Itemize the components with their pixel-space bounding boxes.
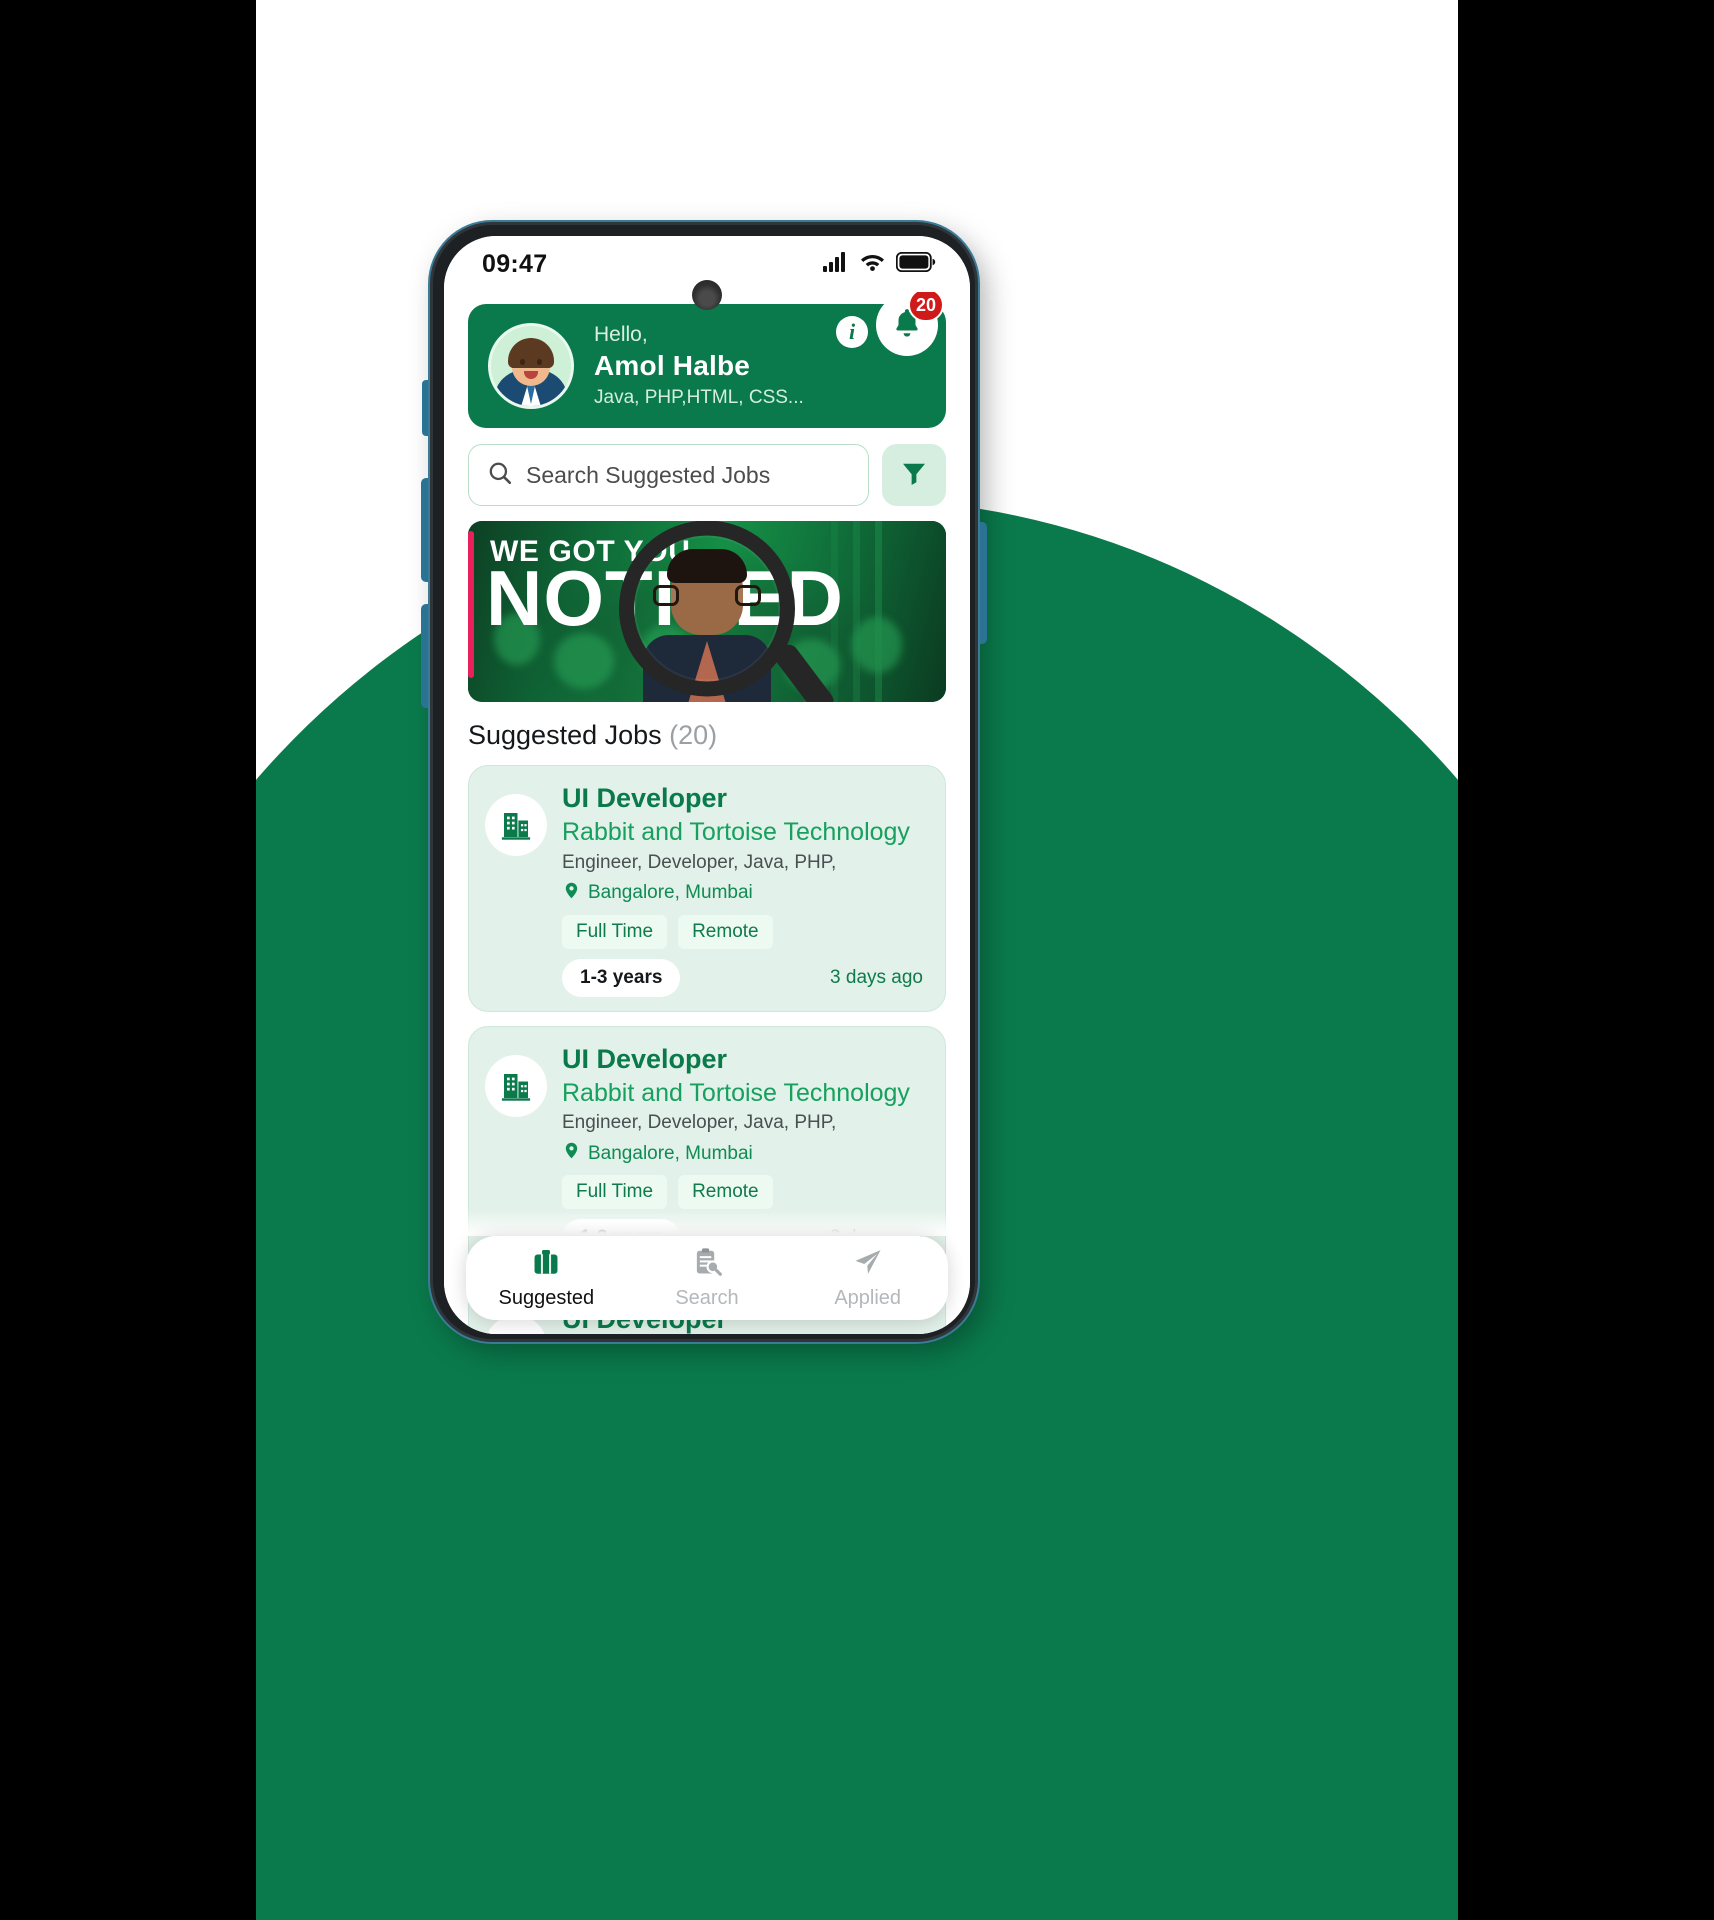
user-name: Amol Halbe bbox=[594, 350, 751, 382]
search-placeholder: Search Suggested Jobs bbox=[526, 461, 771, 488]
notification-button[interactable]: 20 bbox=[876, 292, 944, 356]
greeting-block: Hello, Amol Halbe Java, PHP,HTML, CSS... bbox=[594, 322, 926, 410]
posted-time: 3 days ago bbox=[830, 966, 923, 988]
screenshot-stage: 09:47 Hello, Amol Halbe Java, PHP,HTML, … bbox=[0, 0, 1714, 1920]
status-time: 09:47 bbox=[482, 249, 548, 278]
avatar-eye-left bbox=[520, 359, 525, 365]
briefcase-icon bbox=[530, 1246, 562, 1283]
scroll-area[interactable]: Hello, Amol Halbe Java, PHP,HTML, CSS...… bbox=[444, 292, 970, 1334]
profile-header-card[interactable]: Hello, Amol Halbe Java, PHP,HTML, CSS...… bbox=[468, 292, 946, 428]
app-content: Hello, Amol Halbe Java, PHP,HTML, CSS...… bbox=[444, 292, 970, 1334]
job-location: Bangalore, Mumbai bbox=[562, 1141, 927, 1166]
phone-mockup: 09:47 Hello, Amol Halbe Java, PHP,HTML, … bbox=[421, 222, 987, 1352]
building-icon bbox=[485, 1054, 547, 1117]
job-tags: Full Time Remote bbox=[562, 1175, 927, 1210]
job-company: Rabbit and Tortoise Technology bbox=[562, 1078, 910, 1107]
magnifying-glass-icon bbox=[619, 521, 795, 696]
sidebar-item-label: Applied bbox=[834, 1287, 902, 1309]
search-icon bbox=[487, 460, 513, 491]
map-pin-icon bbox=[562, 881, 581, 906]
promo-banner[interactable]: WE GOT YOU NOTICED bbox=[468, 521, 946, 702]
sidebar-item-suggested[interactable]: Suggested bbox=[466, 1246, 627, 1310]
section-title: Suggested Jobs (20) bbox=[468, 720, 946, 751]
status-icons bbox=[823, 251, 936, 277]
job-title: UI Developer bbox=[562, 1043, 728, 1074]
map-pin-icon bbox=[562, 1141, 581, 1166]
job-skills: Engineer, Developer, Java, PHP, bbox=[562, 1112, 837, 1134]
section-title-text: Suggested Jobs bbox=[468, 720, 662, 750]
experience-badge: 1-3 years bbox=[562, 958, 681, 997]
paper-plane-icon bbox=[852, 1246, 884, 1283]
search-row: Search Suggested Jobs bbox=[468, 444, 946, 506]
sidebar-item-label: Suggested bbox=[498, 1287, 595, 1309]
user-skills: Java, PHP,HTML, CSS... bbox=[594, 386, 804, 408]
camera-punch-hole bbox=[692, 280, 722, 310]
filter-funnel-icon bbox=[899, 458, 929, 493]
job-company: Rabbit and Tortoise Technology bbox=[562, 818, 910, 847]
status-badge: Full Time bbox=[562, 914, 668, 949]
building-icon bbox=[485, 794, 547, 856]
letterbox-left bbox=[0, 0, 256, 1920]
filter-button[interactable] bbox=[882, 444, 946, 506]
job-tags: Full Time Remote bbox=[562, 914, 927, 949]
table-row[interactable]: UI Developer Rabbit and Tortoise Technol… bbox=[468, 765, 946, 1012]
avatar-eye-right bbox=[537, 359, 542, 365]
letterbox-right bbox=[1458, 0, 1714, 1920]
section-count: (20) bbox=[669, 720, 718, 750]
sidebar-item-label: Search bbox=[675, 1287, 739, 1309]
job-location: Bangalore, Mumbai bbox=[562, 881, 927, 906]
banner-accent-bar bbox=[468, 531, 474, 678]
job-meta-row: 1-3 years 3 days ago bbox=[562, 958, 927, 997]
phone-body: 09:47 Hello, Amol Halbe Java, PHP,HTML, … bbox=[430, 222, 978, 1342]
job-details: UI Developer Rabbit and Tortoise Technol… bbox=[562, 782, 927, 997]
phone-screen: 09:47 Hello, Amol Halbe Java, PHP,HTML, … bbox=[444, 236, 970, 1334]
sidebar-item-search[interactable]: Search bbox=[627, 1246, 788, 1310]
clipboard-search-icon bbox=[691, 1246, 723, 1283]
info-icon[interactable]: i bbox=[836, 316, 868, 348]
bottom-navigation: Suggested Search Applied bbox=[466, 1236, 948, 1320]
job-location-text: Bangalore, Mumbai bbox=[588, 882, 753, 904]
job-title: UI Developer bbox=[562, 783, 728, 813]
status-badge: Remote bbox=[678, 1175, 773, 1210]
avatar bbox=[488, 323, 574, 409]
status-badge: Remote bbox=[678, 914, 773, 949]
avatar-hair bbox=[508, 338, 554, 368]
job-details: UI Developer Rabbit and Tortoise Technol… bbox=[562, 1043, 927, 1258]
notification-badge: 20 bbox=[907, 292, 944, 322]
wifi-icon bbox=[860, 252, 885, 276]
status-badge: Full Time bbox=[562, 1175, 668, 1210]
job-location-text: Bangalore, Mumbai bbox=[588, 1142, 753, 1164]
signal-bars-icon bbox=[823, 251, 849, 277]
battery-full-icon bbox=[895, 251, 936, 277]
search-input[interactable]: Search Suggested Jobs bbox=[468, 444, 869, 506]
job-skills: Engineer, Developer, Java, PHP, bbox=[562, 851, 837, 873]
sidebar-item-applied[interactable]: Applied bbox=[787, 1246, 948, 1310]
